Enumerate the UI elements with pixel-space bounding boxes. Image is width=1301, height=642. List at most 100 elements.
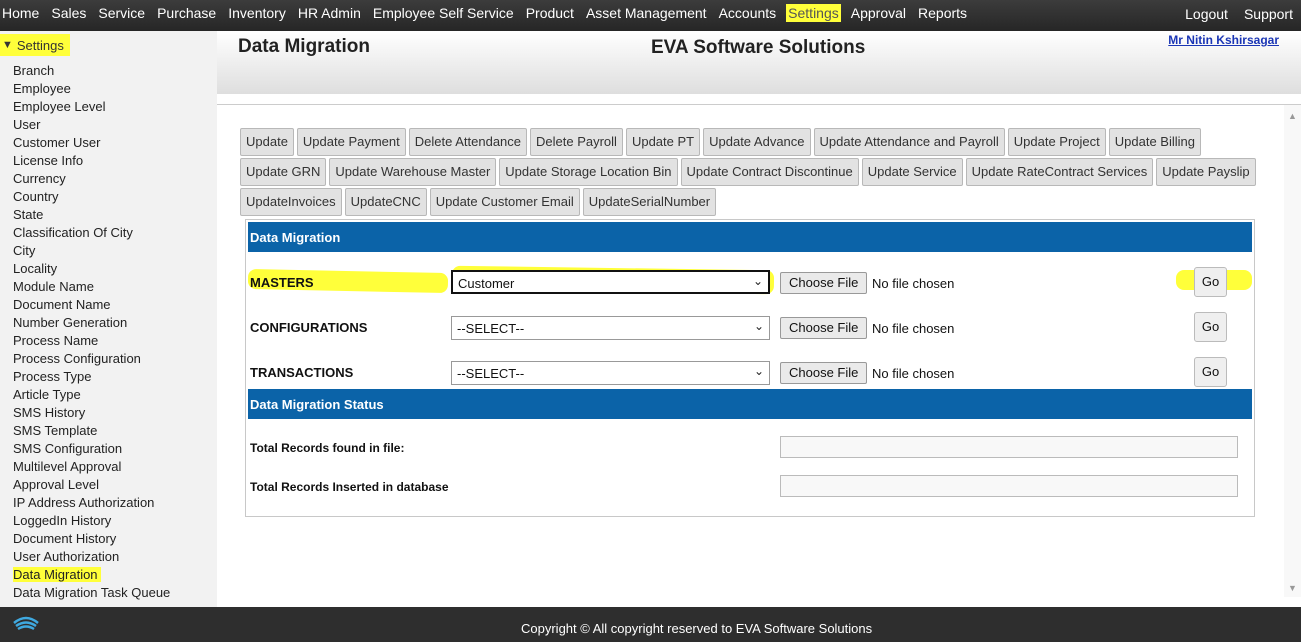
nav-sales[interactable]: Sales [51, 4, 86, 22]
nav-hr-admin[interactable]: HR Admin [298, 4, 361, 22]
select-value: --SELECT-- [457, 321, 525, 336]
scroll-up-icon[interactable]: ▲ [1288, 111, 1297, 121]
section-title: Data Migration [248, 222, 1252, 252]
records-found-label: Total Records found in file: [250, 441, 405, 455]
sidebar-item-license-info[interactable]: License Info [13, 152, 170, 170]
nav-product[interactable]: Product [526, 4, 574, 22]
nav-purchase[interactable]: Purchase [157, 4, 216, 22]
configurations-label: CONFIGURATIONS [250, 320, 368, 335]
nav-right: Logout Support [1185, 6, 1293, 22]
configurations-select[interactable]: --SELECT-- ⌄ [451, 316, 770, 340]
sidebar-item-multilevel-approval[interactable]: Multilevel Approval [13, 458, 170, 476]
action-button-row-2: Update GRN Update Warehouse Master Updat… [240, 158, 1259, 186]
nav-settings[interactable]: Settings [786, 4, 841, 22]
update-button[interactable]: Update [240, 128, 294, 156]
transactions-choose-file-button[interactable]: Choose File [780, 362, 868, 384]
update-invoices-button[interactable]: UpdateInvoices [240, 188, 342, 216]
nav-service[interactable]: Service [98, 4, 145, 22]
user-link[interactable]: Mr Nitin Kshirsagar [1168, 33, 1279, 47]
update-serial-number-button[interactable]: UpdateSerialNumber [582, 188, 717, 216]
transactions-label: TRANSACTIONS [250, 365, 354, 380]
nav-asset-management[interactable]: Asset Management [586, 4, 707, 22]
nav-inventory[interactable]: Inventory [228, 4, 286, 22]
sidebar-item-user[interactable]: User [13, 116, 170, 134]
settings-sidebar: ▼ Settings Branch Employee Employee Leve… [0, 31, 217, 607]
transactions-select[interactable]: --SELECT-- ⌄ [451, 361, 770, 385]
update-warehouse-master-button[interactable]: Update Warehouse Master [329, 158, 497, 186]
scroll-down-icon[interactable]: ▼ [1288, 583, 1297, 593]
nav-home[interactable]: Home [2, 4, 39, 22]
nav-employee-self-service[interactable]: Employee Self Service [373, 4, 514, 22]
update-payslip-button[interactable]: Update Payslip [1156, 158, 1256, 186]
masters-go-button[interactable]: Go [1194, 267, 1227, 297]
sidebar-heading[interactable]: ▼ Settings [0, 34, 70, 56]
sidebar-item-classification-of-city[interactable]: Classification Of City [13, 224, 170, 242]
nav-accounts[interactable]: Accounts [719, 4, 777, 22]
sidebar-item-module-name[interactable]: Module Name [13, 278, 170, 296]
sidebar-item-employee-level[interactable]: Employee Level [13, 98, 170, 116]
records-found-field [780, 436, 1238, 458]
sidebar-item-approval-level[interactable]: Approval Level [13, 476, 170, 494]
delete-payroll-button[interactable]: Delete Payroll [530, 128, 623, 156]
sidebar-item-customer-user[interactable]: Customer User [13, 134, 170, 152]
masters-select[interactable]: Customer ⌄ [451, 270, 770, 294]
update-customer-email-button[interactable]: Update Customer Email [429, 188, 580, 216]
nav-reports[interactable]: Reports [918, 4, 967, 22]
sidebar-item-sms-configuration[interactable]: SMS Configuration [13, 440, 170, 458]
transactions-go-button[interactable]: Go [1194, 357, 1227, 387]
sidebar-item-ip-address-authorization[interactable]: IP Address Authorization [13, 494, 170, 512]
sidebar-item-sms-template[interactable]: SMS Template [13, 422, 170, 440]
page-title: Data Migration [238, 36, 370, 57]
sidebar-item-process-name[interactable]: Process Name [13, 332, 170, 350]
nav-approval[interactable]: Approval [851, 4, 906, 22]
update-cnc-button[interactable]: UpdateCNC [344, 188, 427, 216]
update-payment-button[interactable]: Update Payment [296, 128, 406, 156]
chevron-down-icon: ⌄ [753, 319, 764, 333]
support-link[interactable]: Support [1244, 6, 1293, 22]
page-header: Data Migration EVA Software Solutions Mr… [217, 31, 1301, 94]
sidebar-item-sms-history[interactable]: SMS History [13, 404, 170, 422]
update-advance-button[interactable]: Update Advance [703, 128, 811, 156]
sidebar-item-data-migration[interactable]: Data Migration [13, 566, 170, 584]
sidebar-item-locality[interactable]: Locality [13, 260, 170, 278]
sidebar-item-article-type[interactable]: Article Type [13, 386, 170, 404]
masters-choose-file-button[interactable]: Choose File [780, 272, 868, 294]
sidebar-item-loggedin-history[interactable]: LoggedIn History [13, 512, 170, 530]
company-name: EVA Software Solutions [651, 37, 866, 58]
delete-attendance-button[interactable]: Delete Attendance [408, 128, 528, 156]
status-section-title: Data Migration Status [248, 389, 1252, 419]
configurations-file-status: No file chosen [872, 321, 955, 336]
configurations-choose-file-button[interactable]: Choose File [780, 317, 868, 339]
update-service-button[interactable]: Update Service [861, 158, 963, 186]
update-grn-button[interactable]: Update GRN [240, 158, 327, 186]
sidebar-item-employee[interactable]: Employee [13, 80, 170, 98]
update-attendance-payroll-button[interactable]: Update Attendance and Payroll [813, 128, 1005, 156]
sidebar-item-document-name[interactable]: Document Name [13, 296, 170, 314]
update-pt-button[interactable]: Update PT [625, 128, 701, 156]
update-ratecontract-services-button[interactable]: Update RateContract Services [965, 158, 1154, 186]
sidebar-item-process-configuration[interactable]: Process Configuration [13, 350, 170, 368]
action-button-row-3: UpdateInvoices UpdateCNC Update Customer… [240, 188, 719, 216]
logout-link[interactable]: Logout [1185, 6, 1228, 22]
sidebar-item-document-history[interactable]: Document History [13, 530, 170, 548]
sidebar-item-state[interactable]: State [13, 206, 170, 224]
sidebar-item-number-generation[interactable]: Number Generation [13, 314, 170, 332]
sidebar-item-user-authorization[interactable]: User Authorization [13, 548, 170, 566]
data-migration-panel: Data Migration MASTERS Customer ⌄ Choose… [245, 219, 1255, 517]
sidebar-item-data-migration-task-queue[interactable]: Data Migration Task Queue [13, 584, 170, 602]
update-project-button[interactable]: Update Project [1007, 128, 1106, 156]
sidebar-item-process-type[interactable]: Process Type [13, 368, 170, 386]
sidebar-item-currency[interactable]: Currency [13, 170, 170, 188]
sidebar-item-branch[interactable]: Branch [13, 62, 170, 80]
sidebar-item-city[interactable]: City [13, 242, 170, 260]
chevron-down-icon: ⌄ [753, 364, 764, 378]
update-contract-discontinue-button[interactable]: Update Contract Discontinue [680, 158, 859, 186]
main-menu: Home Sales Service Purchase Inventory HR… [2, 4, 979, 22]
update-storage-location-bin-button[interactable]: Update Storage Location Bin [499, 158, 678, 186]
vertical-scrollbar[interactable]: ▲ ▼ [1284, 105, 1301, 597]
sidebar-item-country[interactable]: Country [13, 188, 170, 206]
update-billing-button[interactable]: Update Billing [1108, 128, 1201, 156]
configurations-go-button[interactable]: Go [1194, 312, 1227, 342]
top-nav-bar: Home Sales Service Purchase Inventory HR… [0, 0, 1301, 31]
select-value: --SELECT-- [457, 366, 525, 381]
